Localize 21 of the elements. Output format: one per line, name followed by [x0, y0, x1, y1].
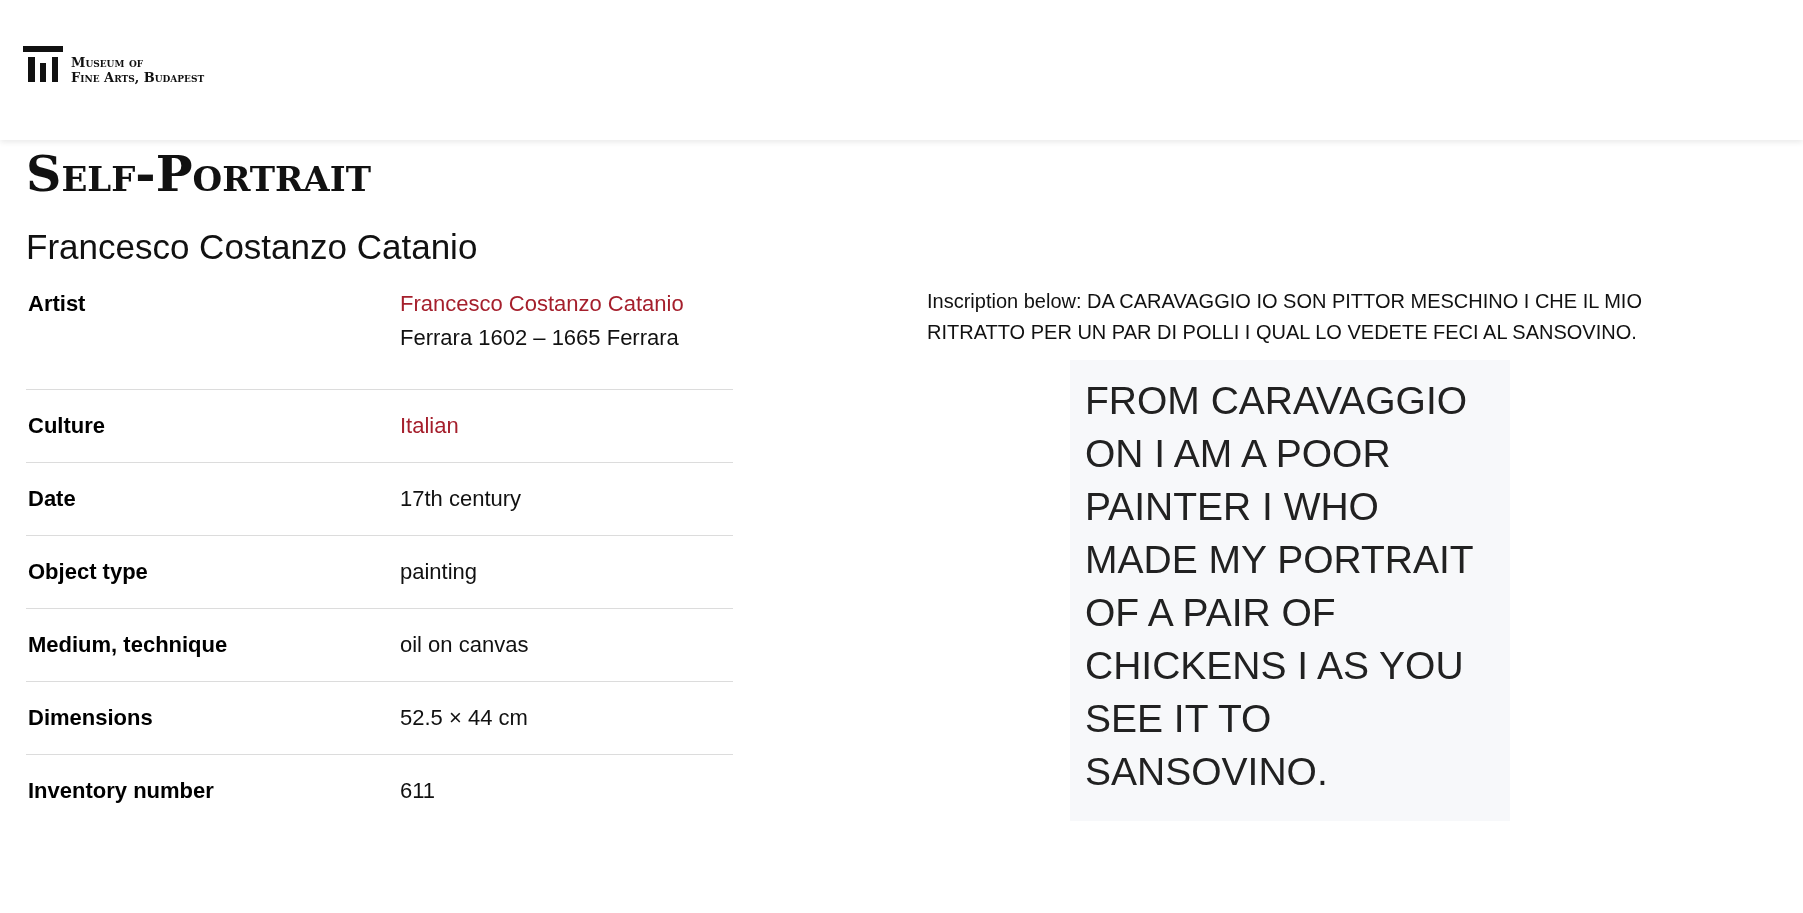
detail-label: Medium, technique: [28, 631, 228, 659]
detail-value: 611: [400, 777, 436, 805]
detail-label: Culture: [28, 412, 105, 440]
artist-name: Francesco Costanzo Catanio: [26, 226, 478, 268]
artwork-title: Self-Portrait: [26, 146, 371, 202]
detail-value: oil on canvas: [400, 631, 529, 659]
museum-logo[interactable]: Museum of Fine Arts, Budapest: [23, 46, 205, 82]
detail-value: 17th century: [400, 485, 522, 513]
logo-icon: [23, 46, 63, 82]
detail-label: Artist: [28, 290, 86, 318]
inscription-text: Inscription below: DA CARAVAGGIO IO SON PITTOR MESCHINO I CHE IL MIO RITRATTO PER UN PAR DI POLLI I QUAL LO VEDETE FECI AL SANSOVINO.: [927, 289, 1643, 345]
detail-value: 52.5 × 44 cm: [400, 704, 528, 732]
detail-link[interactable]: Italian: [400, 409, 459, 443]
detail-label: Object type: [28, 558, 148, 586]
detail-label: Dimensions: [28, 704, 153, 732]
detail-link[interactable]: Francesco Costanzo Catanio: [400, 287, 684, 321]
detail-value: painting: [400, 558, 478, 586]
translation-note: FROM CARAVAGGIO ON I AM A POOR PAINTER I WHO MADE MY PORTRAIT OF A PAIR OF CHICKENS I AS YOU SEE IT TO SANSOVINO.: [1070, 360, 1510, 821]
detail-value: Ferrara 1602 – 1665 Ferrara: [400, 324, 679, 352]
detail-label: Inventory number: [28, 777, 214, 805]
detail-label: Date: [28, 485, 76, 513]
